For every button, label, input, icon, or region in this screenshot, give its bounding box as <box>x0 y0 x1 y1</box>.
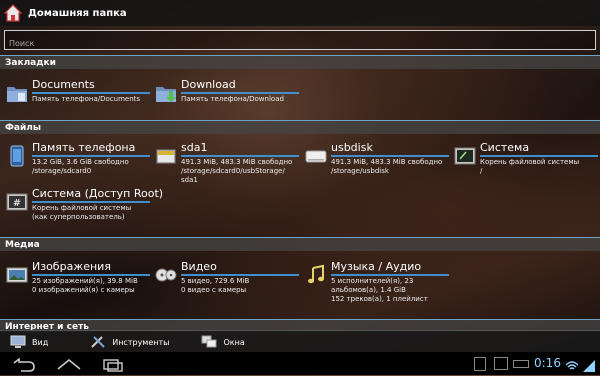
bookmark-name: Download <box>181 78 236 91</box>
bookmark-download[interactable]: Download Память телефона/Download <box>153 78 301 114</box>
home-icon[interactable] <box>54 357 84 371</box>
section-files-header: Файлы <box>0 120 600 134</box>
storage-path-cont: sda1 <box>181 176 198 184</box>
section-bookmarks-header: Закладки <box>0 55 600 69</box>
media-name: Видео <box>181 260 217 273</box>
clock: 0:16 <box>534 356 561 370</box>
file-item-system-root[interactable]: # Система (Доступ Root) Корень файловой … <box>4 187 163 223</box>
storage-details: 13.2 GiB, 3.6 GiB свободно /storage/sdca… <box>32 158 129 176</box>
root-hash-icon: # <box>6 191 28 213</box>
video-icon <box>155 264 177 286</box>
storage-size: Корень файловой системы <box>32 204 132 212</box>
folder-documents-icon <box>6 82 28 104</box>
storage-path: (как суперпользователь) <box>32 213 125 221</box>
music-icon <box>305 264 327 286</box>
divider <box>331 155 449 157</box>
tools-label: Инструменты <box>112 337 170 347</box>
bottom-toolbar: Вид Инструменты Окна <box>0 330 600 353</box>
file-item-system[interactable]: Система Корень файловой системы / <box>452 141 600 177</box>
monitor-icon <box>10 335 26 349</box>
media-count-albums: альбомов(а), 1.4 GiB <box>331 286 406 294</box>
media-item-music[interactable]: Музыка / Аудио 5 исполнителей(я), 23 аль… <box>303 260 451 303</box>
storage-size: 491.3 MiB, 483.3 MiB свободно <box>181 158 293 166</box>
wifi-icon <box>565 357 579 370</box>
usb-drive-icon <box>305 145 327 167</box>
windows-label: Окна <box>223 337 245 347</box>
file-item-usbdisk[interactable]: usbdisk 491.3 MiB, 483.3 MiB свободно /s… <box>303 141 451 177</box>
media-item-images[interactable]: Изображения 25 изображений(я), 39.8 MiB … <box>4 260 152 296</box>
svg-text:#: # <box>13 198 21 209</box>
storage-name: Система <box>480 141 530 154</box>
storage-details: Корень файловой системы / <box>480 158 579 176</box>
signal-icon <box>583 357 595 372</box>
divider <box>32 92 150 94</box>
media-details: 25 изображений(я), 39.8 MiB 0 изображени… <box>32 277 138 295</box>
media-name: Музыка / Аудио <box>331 260 422 273</box>
screenshot-icon[interactable] <box>494 357 508 370</box>
section-media-header: Медиа <box>0 237 600 251</box>
media-count-tracks: 152 треков(а), 1 плейлист <box>331 295 428 303</box>
windows-icon <box>201 335 217 349</box>
storage-path: /storage/sdcard0/usbStorage/ <box>181 167 285 175</box>
windows-button[interactable]: Окна <box>201 335 245 349</box>
divider <box>32 201 150 203</box>
storage-details: Корень файловой системы (как суперпользо… <box>32 204 131 222</box>
file-item-sda1[interactable]: sda1 491.3 MiB, 483.3 MiB свободно /stor… <box>153 141 301 184</box>
title-bar: Домашняя папка <box>0 0 600 26</box>
storage-size: 13.2 GiB, 3.6 GiB свободно <box>32 158 129 166</box>
file-item-phone-storage[interactable]: Память телефона 13.2 GiB, 3.6 GiB свобод… <box>4 141 152 177</box>
view-label: Вид <box>32 337 49 347</box>
window-title: Домашняя папка <box>28 7 127 19</box>
divider <box>181 155 299 157</box>
back-icon[interactable] <box>10 356 40 372</box>
storage-path: / <box>480 167 483 175</box>
notification-icon[interactable] <box>474 357 486 371</box>
divider <box>480 155 598 157</box>
storage-path: /storage/usbdisk <box>331 167 389 175</box>
bookmark-path: Память телефона/Documents <box>32 95 141 103</box>
file-manager-window: Домашняя папка Закладки Documents Память… <box>0 0 600 350</box>
media-details: 5 исполнителей(я), 23 альбомов(а), 1.4 G… <box>331 277 428 304</box>
divider <box>181 274 299 276</box>
storage-size: Корень файловой системы <box>480 158 580 166</box>
media-count: 5 видео, 729.6 MiB <box>181 277 250 285</box>
media-name: Изображения <box>32 260 111 273</box>
folder-download-icon <box>155 82 177 104</box>
bookmark-name: Documents <box>32 78 95 91</box>
media-count: 5 исполнителей(я), 23 <box>331 277 414 285</box>
battery-icon <box>513 360 529 368</box>
divider <box>181 92 299 94</box>
system-navigation-bar: 0:16 <box>0 352 600 375</box>
storage-size: 491.3 MiB, 483.3 MiB свободно <box>331 158 443 166</box>
storage-details: 491.3 MiB, 483.3 MiB свободно /storage/s… <box>181 158 292 185</box>
tools-button[interactable]: Инструменты <box>90 335 169 349</box>
media-count: 25 изображений(я), 39.8 MiB <box>32 277 138 285</box>
storage-path: /storage/sdcard0 <box>32 167 92 175</box>
sd-card-icon <box>155 145 177 167</box>
search-box[interactable] <box>4 30 596 53</box>
divider <box>32 274 150 276</box>
media-camera-count: 0 видео с камеры <box>181 286 247 294</box>
divider <box>32 155 150 157</box>
images-icon <box>6 264 28 286</box>
storage-name: Память телефона <box>32 141 136 154</box>
storage-name: Система (Доступ Root) <box>32 187 164 200</box>
media-camera-count: 0 изображений(я) с камеры <box>32 286 135 294</box>
media-details: 5 видео, 729.6 MiB 0 видео с камеры <box>181 277 249 295</box>
home-folder-icon[interactable] <box>3 4 23 22</box>
bookmark-documents[interactable]: Documents Память телефона/Documents <box>4 78 152 114</box>
storage-name: sda1 <box>181 141 208 154</box>
divider <box>331 274 449 276</box>
terminal-icon <box>454 145 476 167</box>
phone-storage-icon <box>6 145 28 167</box>
recent-apps-icon[interactable] <box>98 357 128 372</box>
view-button[interactable]: Вид <box>10 335 48 349</box>
media-item-video[interactable]: Видео 5 видео, 729.6 MiB 0 видео с камер… <box>153 260 301 296</box>
bookmark-path: Память телефона/Download <box>181 95 284 103</box>
storage-name: usbdisk <box>331 141 373 154</box>
tools-icon <box>90 335 106 349</box>
search-input[interactable] <box>5 34 595 53</box>
storage-details: 491.3 MiB, 483.3 MiB свободно /storage/u… <box>331 158 442 176</box>
